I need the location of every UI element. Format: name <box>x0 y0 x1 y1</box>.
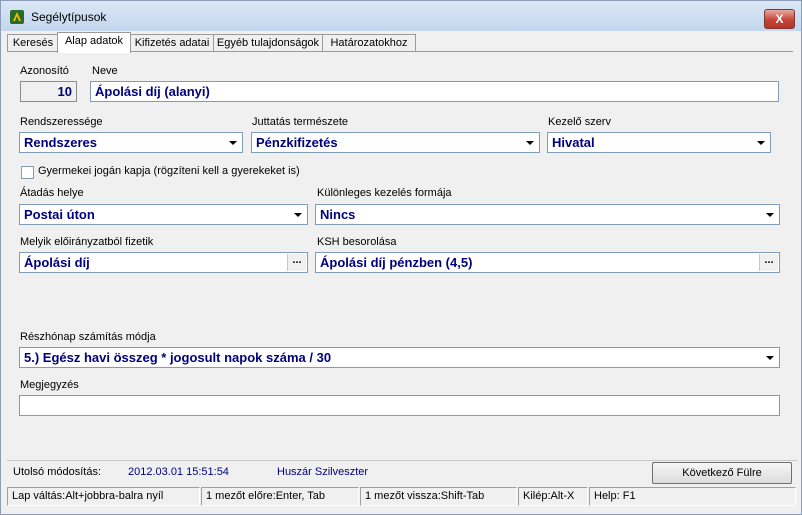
status-next-field: 1 mezőt előre:Enter, Tab <box>201 487 359 506</box>
status-help: Help: F1 <box>589 487 796 506</box>
window: Segélytípusok X Keresés Alap adatok Kifi… <box>0 0 802 515</box>
last-modified-value: 2012.03.01 15:51:54 <box>128 466 229 478</box>
chevron-down-icon[interactable] <box>225 134 241 151</box>
tab-label: Kifizetés adatai <box>134 37 210 49</box>
ksh-label: KSH besorolása <box>317 236 397 248</box>
chevron-down-icon[interactable] <box>753 134 769 151</box>
next-tab-button[interactable]: Következő Fülre <box>652 462 792 484</box>
last-modified-label: Utolsó módosítás: <box>13 466 102 478</box>
kezelo-label: Kezelő szerv <box>548 116 611 128</box>
tab-egyeb-tulajdonsagok[interactable]: Egyéb tulajdonságok <box>213 34 323 52</box>
tab-kifizetes-adatai[interactable]: Kifizetés adatai <box>130 34 214 52</box>
azonosito-label: Azonosító <box>20 65 69 77</box>
ellipsis-button[interactable]: ... <box>287 254 306 271</box>
app-icon <box>10 10 24 24</box>
juttatas-select[interactable]: Pénzkifizetés <box>251 132 540 153</box>
eloiranyzat-label: Melyik előirányzatból fizetik <box>20 236 154 248</box>
chevron-down-icon[interactable] <box>762 349 778 366</box>
tab-label: Határozatokhoz <box>330 37 408 49</box>
neve-label: Neve <box>92 65 118 77</box>
atadas-select[interactable]: Postai úton <box>19 204 308 225</box>
tab-label: Keresés <box>12 37 54 49</box>
reszhonap-value: 5.) Egész havi összeg * jogosult napok s… <box>24 350 332 365</box>
tab-kereses[interactable]: Keresés <box>7 34 59 52</box>
kezelo-value: Hivatal <box>552 135 595 150</box>
kezelo-select[interactable]: Hivatal <box>547 132 771 153</box>
chevron-down-icon[interactable] <box>290 206 306 223</box>
kulonleges-value: Nincs <box>320 207 356 222</box>
rendszeresseg-select[interactable]: Rendszeres <box>19 132 243 153</box>
status-exit: Kilép:Alt-X <box>518 487 588 506</box>
rendszeresseg-value: Rendszeres <box>24 135 97 150</box>
status-bar: Lap váltás:Alt+jobbra-balra nyíl 1 mezőt… <box>7 487 797 507</box>
megjegyzes-input[interactable] <box>19 395 780 416</box>
status-prev-field: 1 mezőt vissza:Shift-Tab <box>360 487 517 506</box>
atadas-value: Postai úton <box>24 207 95 222</box>
tab-alap-adatok[interactable]: Alap adatok <box>57 32 131 53</box>
ellipsis-button[interactable]: ... <box>759 254 778 271</box>
reszhonap-label: Részhónap számítás módja <box>20 331 156 343</box>
ksh-value: Ápolási díj pénzben (4,5) <box>320 255 473 270</box>
azonosito-field: 10 <box>20 81 77 102</box>
kulonleges-label: Különleges kezelés formája <box>317 187 452 199</box>
kulonleges-select[interactable]: Nincs <box>315 204 780 225</box>
chevron-down-icon[interactable] <box>762 206 778 223</box>
neve-input[interactable]: Ápolási díj (alanyi) <box>90 81 779 102</box>
close-button[interactable]: X <box>764 9 795 29</box>
gyermekei-label: Gyermekei jogán kapja (rögzíteni kell a … <box>38 165 300 177</box>
megjegyzes-label: Megjegyzés <box>20 379 79 391</box>
eloiranyzat-value: Ápolási díj <box>24 255 90 270</box>
atadas-label: Átadás helye <box>20 187 84 199</box>
tab-hatarozatokhoz[interactable]: Határozatokhoz <box>322 34 416 52</box>
gyermekei-checkbox[interactable] <box>21 166 34 179</box>
rendszeresseg-label: Rendszeressége <box>20 116 103 128</box>
tab-label: Egyéb tulajdonságok <box>216 37 320 49</box>
reszhonap-select[interactable]: 5.) Egész havi összeg * jogosult napok s… <box>19 347 780 368</box>
neve-value: Ápolási díj (alanyi) <box>95 84 210 99</box>
tab-label: Alap adatok <box>64 35 124 47</box>
juttatas-value: Pénzkifizetés <box>256 135 338 150</box>
status-tab-switch: Lap váltás:Alt+jobbra-balra nyíl <box>7 487 200 506</box>
eloiranyzat-field[interactable]: Ápolási díj ... <box>19 252 308 273</box>
juttatas-label: Juttatás természete <box>252 116 348 128</box>
window-title: Segélytípusok <box>31 10 107 24</box>
ksh-field[interactable]: Ápolási díj pénzben (4,5) ... <box>315 252 780 273</box>
last-modified-user: Huszár Szilveszter <box>277 466 369 478</box>
chevron-down-icon[interactable] <box>522 134 538 151</box>
title-bar: Segélytípusok X <box>1 1 801 31</box>
